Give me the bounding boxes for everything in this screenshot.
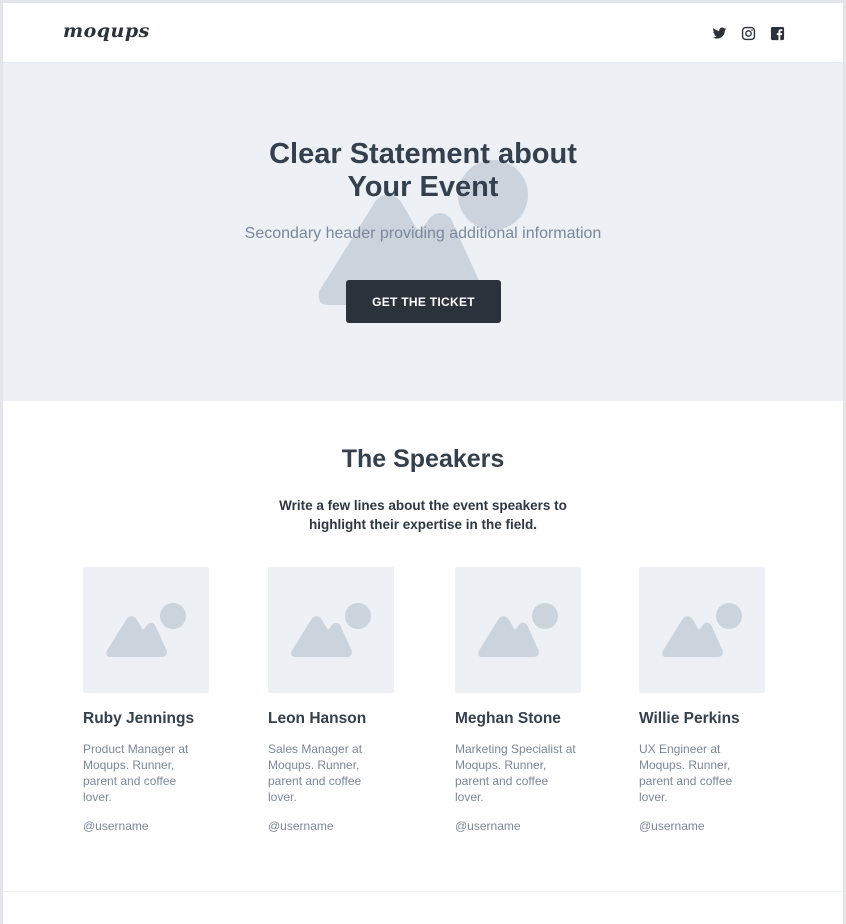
speaker-name: Meghan Stone <box>455 710 561 727</box>
speaker-card: Ruby Jennings Product Manager at Moqups.… <box>83 567 213 833</box>
top-navigation-bar: moqups <box>3 3 843 63</box>
speaker-name: Willie Perkins <box>639 710 740 727</box>
get-ticket-button[interactable]: GET THE TICKET <box>346 280 501 323</box>
speaker-bio: Marketing Specialist at Moqups. Runner, … <box>455 742 576 804</box>
speaker-photo <box>639 567 765 693</box>
social-links <box>712 26 785 41</box>
speaker-name: Leon Hanson <box>268 710 367 727</box>
speaker-card: Leon Hanson Sales Manager at Moqups. Run… <box>268 567 398 833</box>
landing-page: moqups Clear Statement about Your Event <box>3 3 843 924</box>
instagram-icon[interactable] <box>741 26 756 41</box>
image-placeholder-icon <box>478 603 558 657</box>
speaker-photo <box>455 567 581 693</box>
hero-title-line-2: Your Event <box>347 171 499 203</box>
facebook-icon[interactable] <box>770 26 785 41</box>
speaker-name: Ruby Jennings <box>83 710 195 727</box>
speaker-username-link[interactable]: @username <box>268 819 398 833</box>
hero-section: Clear Statement about Your Event Seconda… <box>3 63 843 401</box>
speakers-section-title: The Speakers <box>341 445 505 473</box>
speaker-photo <box>83 567 209 693</box>
hero-title: Clear Statement about Your Event <box>3 138 843 204</box>
speaker-username-link[interactable]: @username <box>455 819 585 833</box>
speaker-bio: Sales Manager at Moqups. Runner, parent … <box>268 742 363 804</box>
image-placeholder-icon <box>291 603 371 657</box>
twitter-icon[interactable] <box>712 26 727 41</box>
speaker-card: Meghan Stone Marketing Specialist at Moq… <box>455 567 585 833</box>
image-placeholder-icon <box>662 603 742 657</box>
image-placeholder-icon <box>106 603 186 657</box>
speaker-bio: Product Manager at Moqups. Runner, paren… <box>83 742 189 804</box>
speaker-username-link[interactable]: @username <box>639 819 769 833</box>
hero-title-line-1: Clear Statement about <box>269 138 577 170</box>
speaker-bio: UX Engineer at Moqups. Runner, parent an… <box>639 742 733 804</box>
speakers-intro-text: Write a few lines about the event speake… <box>279 498 567 532</box>
hero-subtitle: Secondary header providing additional in… <box>244 225 602 242</box>
speaker-card: Willie Perkins UX Engineer at Moqups. Ru… <box>639 567 769 833</box>
speaker-username-link[interactable]: @username <box>83 819 213 833</box>
speaker-photo <box>268 567 394 693</box>
moqups-logo[interactable]: moqups <box>63 20 150 42</box>
section-divider <box>3 891 843 892</box>
